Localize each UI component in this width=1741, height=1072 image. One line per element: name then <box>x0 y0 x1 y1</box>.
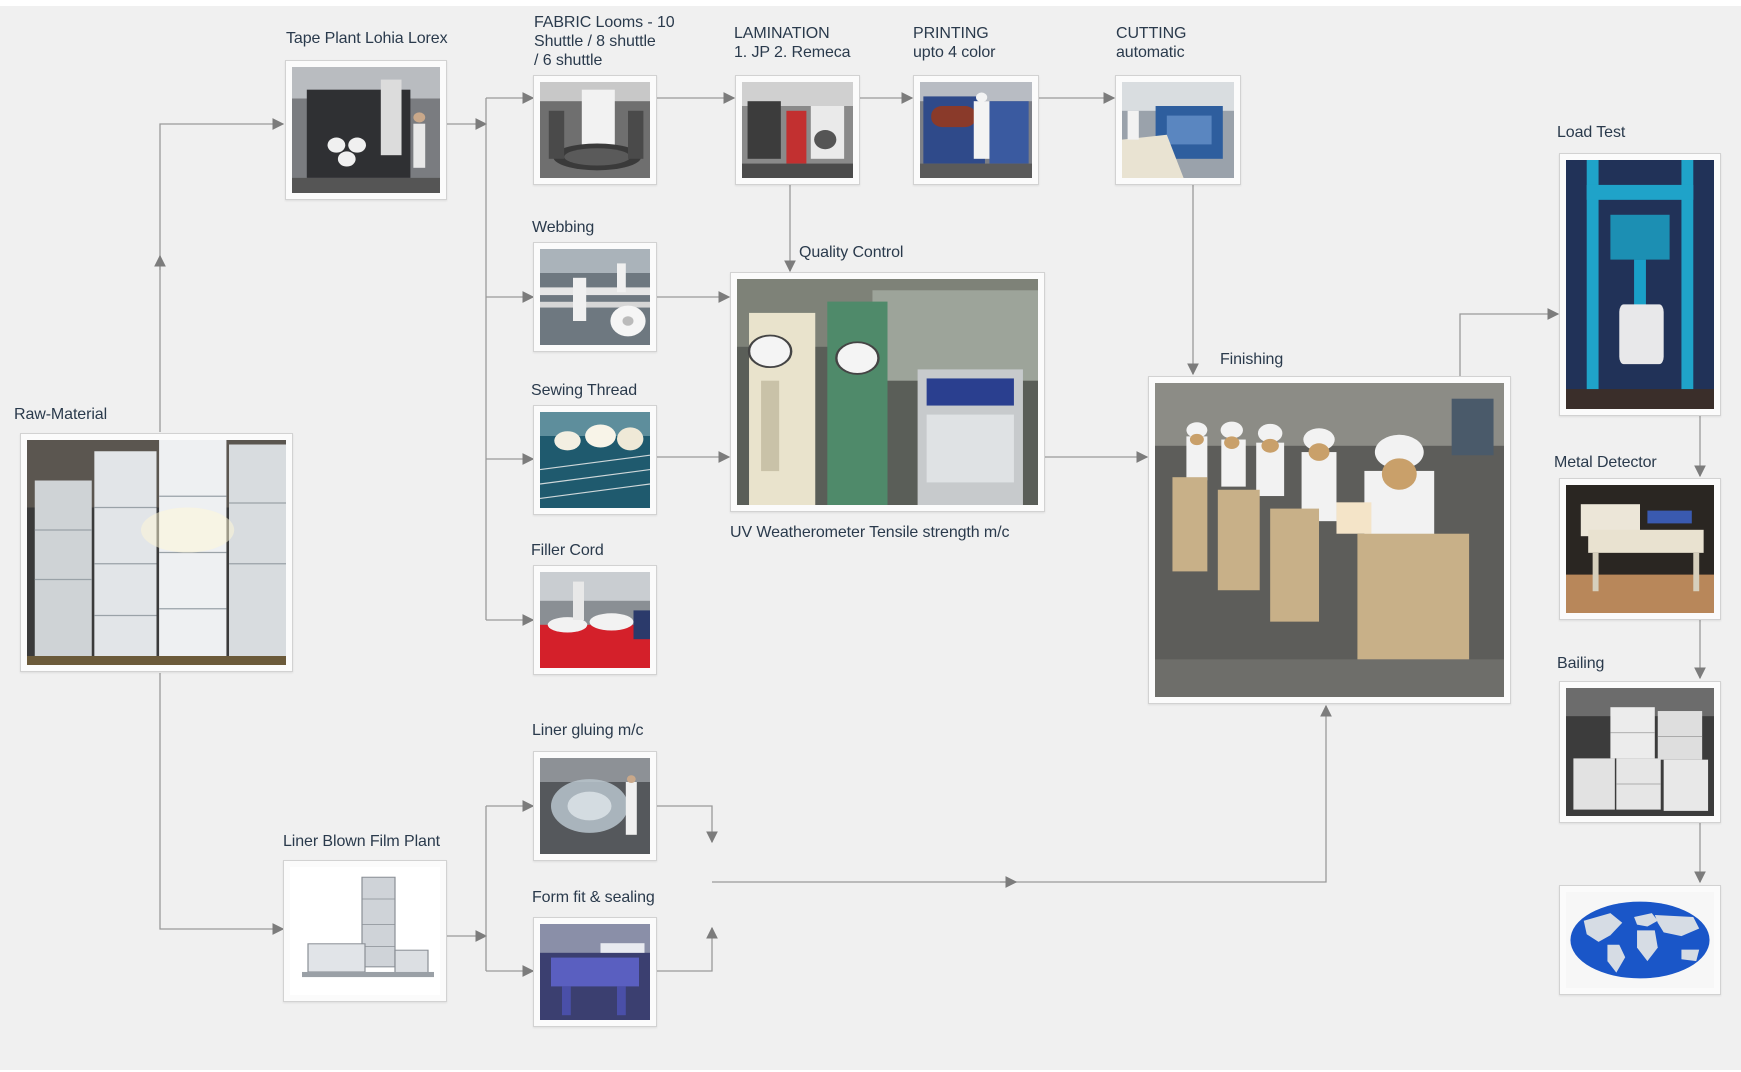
printing-line-1: PRINTING <box>913 25 989 42</box>
connector-raw-to-liner <box>159 673 285 935</box>
printing-photo <box>920 82 1032 178</box>
printing-label: PRINTING upto 4 color <box>913 24 996 62</box>
liner-gluing-photo <box>540 758 650 854</box>
filler-cord-label: Filler Cord <box>531 542 604 559</box>
liner-gluing-box <box>533 751 657 861</box>
raw-material-photo <box>27 440 286 665</box>
lamination-line-2: 1. JP 2. Remeca <box>734 44 851 61</box>
liner-blown-label: Liner Blown Film Plant <box>283 833 440 850</box>
cutting-label: CUTTING automatic <box>1116 24 1187 62</box>
bailing-box <box>1559 681 1721 823</box>
fabric-looms-label: FABRIC Looms - 10 Shuttle / 8 shuttle / … <box>534 13 675 70</box>
fabric-looms-photo <box>540 82 650 178</box>
bailing-label: Bailing <box>1557 655 1605 672</box>
metal-detector-photo <box>1566 485 1714 613</box>
world-map-photo <box>1566 892 1714 988</box>
quality-control-photo <box>737 279 1038 505</box>
lamination-photo <box>742 82 853 178</box>
form-fit-box <box>533 917 657 1027</box>
cutting-line-2: automatic <box>1116 44 1185 61</box>
raw-material-box <box>20 433 293 672</box>
webbing-label: Webbing <box>532 219 595 236</box>
quality-control-label: Quality Control <box>799 244 904 261</box>
finishing-label: Finishing <box>1220 351 1284 368</box>
tape-plant-photo <box>292 67 440 193</box>
webbing-box <box>533 242 657 352</box>
raw-material-label: Raw-Material <box>14 406 108 423</box>
finishing-photo <box>1155 383 1504 697</box>
lamination-label: LAMINATION 1. JP 2. Remeca <box>734 24 851 62</box>
filler-cord-photo <box>540 572 650 668</box>
fabric-looms-line-2: Shuttle / 8 shuttle <box>534 33 656 50</box>
printing-line-2: upto 4 color <box>913 44 996 61</box>
connector-formfit-merge <box>656 926 718 972</box>
load-test-box <box>1559 153 1721 416</box>
connector-finishing-loadtest <box>1459 308 1560 376</box>
sewing-thread-label: Sewing Thread <box>531 382 638 399</box>
connector-merge-finishing <box>712 704 1332 883</box>
uv-weatherometer-caption: UV Weatherometer Tensile strength m/c <box>730 524 1010 541</box>
load-test-photo <box>1566 160 1714 409</box>
quality-control-box <box>730 272 1045 512</box>
connector-gluing-merge <box>656 805 718 844</box>
filler-cord-box <box>533 565 657 675</box>
fabric-looms-box <box>533 75 657 185</box>
form-fit-photo <box>540 924 650 1020</box>
metal-detector-label: Metal Detector <box>1554 454 1657 471</box>
bailing-photo <box>1566 688 1714 816</box>
lamination-line-1: LAMINATION <box>734 25 830 42</box>
webbing-photo <box>540 249 650 345</box>
liner-blown-photo <box>290 867 440 995</box>
cutting-line-1: CUTTING <box>1116 25 1187 42</box>
fabric-looms-line-1: FABRIC Looms - 10 <box>534 14 675 31</box>
printing-box <box>913 75 1039 185</box>
liner-gluing-label: Liner gluing m/c <box>532 722 644 739</box>
cutting-photo <box>1122 82 1234 178</box>
connector-raw-to-tape <box>159 118 285 432</box>
world-map-box <box>1559 885 1721 995</box>
tape-plant-box <box>285 60 447 200</box>
sewing-thread-box <box>533 405 657 515</box>
sewing-thread-photo <box>540 412 650 508</box>
liner-blown-box <box>283 860 447 1002</box>
load-test-label: Load Test <box>1557 124 1626 141</box>
lamination-box <box>735 75 860 185</box>
tape-plant-label: Tape Plant Lohia Lorex <box>286 30 448 47</box>
metal-detector-box <box>1559 478 1721 620</box>
fabric-looms-line-3: / 6 shuttle <box>534 52 603 69</box>
finishing-box <box>1148 376 1511 704</box>
cutting-box <box>1115 75 1241 185</box>
form-fit-label: Form fit & sealing <box>532 889 655 906</box>
